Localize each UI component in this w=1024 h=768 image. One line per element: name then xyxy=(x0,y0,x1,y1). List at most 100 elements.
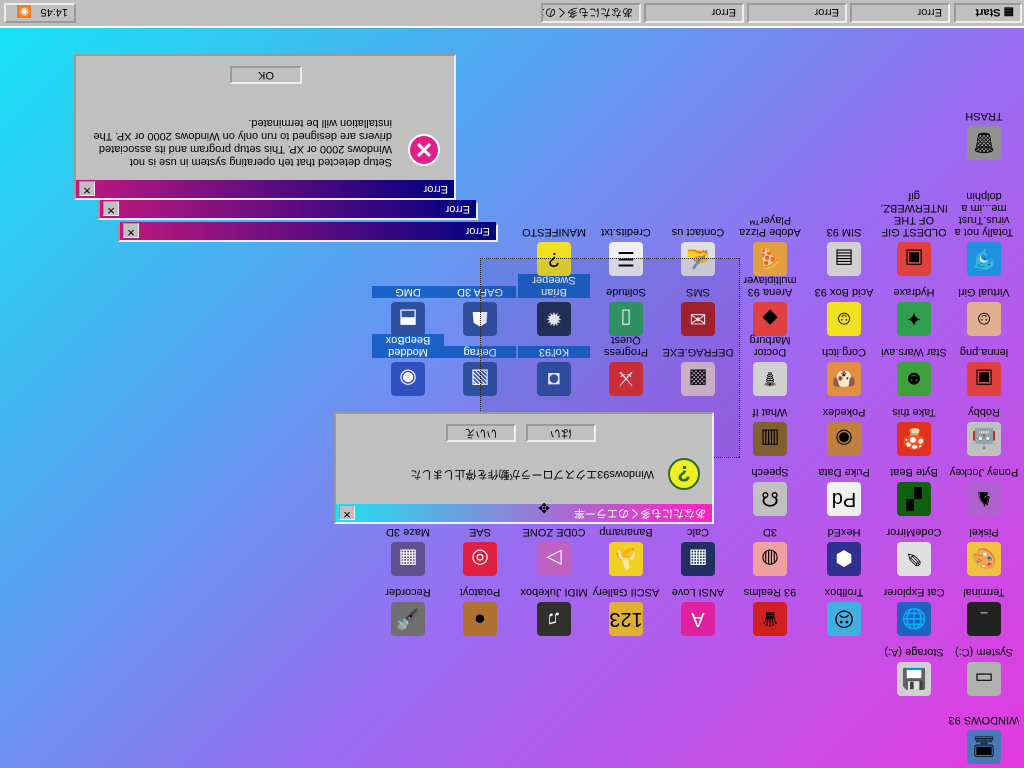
desktop-icon-oldest-gif[interactable]: ▣ OLDEST GIF OF THE INTERWEBZ.gif xyxy=(878,190,950,276)
codemirror-icon: ✎ xyxy=(897,542,931,576)
desktop-icon-byte-beat[interactable]: ▞ Byte Beat xyxy=(878,446,950,516)
icon-label: Potatoyt xyxy=(459,586,501,598)
pizza-icon: 🍕 xyxy=(753,242,787,276)
dmg-icon: ⬒ xyxy=(391,302,425,336)
icon-label: lenna.png xyxy=(959,346,1009,358)
girl-icon: ☺ xyxy=(967,302,1001,336)
close-button[interactable]: ✕ xyxy=(339,505,355,520)
task-button-error-1[interactable]: Error xyxy=(850,3,950,23)
error-dialog-3-titlebar[interactable]: Error ✕ xyxy=(120,222,496,240)
calc-icon: ▦ xyxy=(681,542,715,576)
error-dialog-3: Error ✕ xyxy=(118,222,498,242)
task-button-error-2[interactable]: Error xyxy=(747,3,847,23)
desktop-icon-modded-beepbox[interactable]: ◉ Modded BeepBox xyxy=(372,326,444,396)
icon-label: Trollbox xyxy=(824,586,864,598)
globe-icon: 🌐 xyxy=(897,602,931,636)
icon-label: Star Wars.avi xyxy=(881,346,947,358)
desktop-icon-sim93[interactable]: ▤ SIM 93 xyxy=(808,206,880,276)
desktop-icon-corgitch[interactable]: 🐶 Corg.itch xyxy=(808,326,880,396)
desktop-icon-windows93[interactable]: 🖥 WINDOWS 93 xyxy=(948,694,1020,764)
desktop-icon-codemirror[interactable]: ✎ CodeMirror xyxy=(878,506,950,576)
desktop-icon-hydraxe[interactable]: ✦ Hydraxe xyxy=(878,266,950,336)
terminal-icon: _ xyxy=(967,602,1001,636)
desktop-icon-ascii-gallery[interactable]: 123 ASCII Gallery xyxy=(590,566,662,636)
desktop-icon-cat-explorer[interactable]: 🌐 Cat Explorer xyxy=(878,566,950,636)
sim-icon: ▤ xyxy=(827,242,861,276)
desktop-icon-trash[interactable]: 🗑 TRASH xyxy=(948,90,1020,160)
icon-label: Terminal xyxy=(963,586,1005,598)
task-label: あなたにも多くのエ... xyxy=(541,6,633,18)
close-button[interactable]: ✕ xyxy=(79,181,95,196)
desktop-icon-dmg[interactable]: ⬒ DMG xyxy=(372,266,444,336)
gif-icon: ▣ xyxy=(897,242,931,276)
icon-label: Adobe Pizza Player™ xyxy=(739,214,801,238)
icon-label: Cat Explorer xyxy=(883,586,945,598)
arena-icon: ◆ xyxy=(753,302,787,336)
floppy-icon: 💾 xyxy=(897,662,931,696)
desktop-icon-robby[interactable]: 🤖 Robby xyxy=(948,386,1020,456)
desktop-icon-hexed[interactable]: ⬢ HexEd xyxy=(808,506,880,576)
desktop: ▦ Start Error Error Error あなたにも多くのエ... 1… xyxy=(0,0,1024,768)
desktop-icon-what-if[interactable]: ▥ What If xyxy=(734,386,806,456)
icon-label: Puke Data xyxy=(818,466,870,478)
mushroom-icon: 🍄 xyxy=(897,422,931,456)
desktop-icon-star-wars[interactable]: ☻ Star Wars.avi xyxy=(878,326,950,396)
pokedex-icon: ◉ xyxy=(827,422,861,456)
error-dialog-message: Setup detected that teh operating system… xyxy=(93,117,392,168)
desktop-icon-speech[interactable]: ☊ Speech xyxy=(734,446,806,516)
task-button-error-3[interactable]: Error xyxy=(644,3,744,23)
taskbar: ▦ Start Error Error Error あなたにも多くのエ... 1… xyxy=(0,0,1024,28)
icon-label: System (C:) xyxy=(954,646,1014,658)
icon-label: Contact us xyxy=(671,226,725,238)
desktop-icon-adobe-pizza[interactable]: 🍕 Adobe Pizza Player™ xyxy=(734,196,806,276)
desktop-icon-93-realms[interactable]: ♛ 93 Realms xyxy=(734,566,806,636)
desktop-icon-midi-jukebox[interactable]: ♫ MIDI Jukebox xyxy=(518,566,590,636)
pukedata-icon: Pd xyxy=(827,482,861,516)
start-button[interactable]: ▦ Start xyxy=(954,3,1022,23)
error-dialog-1-titlebar[interactable]: Error ✕ xyxy=(76,180,454,198)
desktop-icon-virtual-girl[interactable]: ☺ Virtual Girl xyxy=(948,266,1020,336)
desktop-icon-take-this[interactable]: 🍄 Take this xyxy=(878,386,950,456)
jp-dialog-title: あなたにも多くのエラー率 xyxy=(574,507,706,519)
desktop-icon-recorder[interactable]: 🎤 Recorder xyxy=(372,566,444,636)
beepbox-icon: ◉ xyxy=(391,362,425,396)
icon-label: Credits.txt xyxy=(601,226,651,238)
hexed-icon: ⬢ xyxy=(827,542,861,576)
desktop-icon-puke-data[interactable]: Pd Puke Data xyxy=(808,446,880,516)
error-dialog-2-titlebar[interactable]: Error ✕ xyxy=(100,200,476,218)
close-button[interactable]: ✕ xyxy=(103,201,119,216)
desktop-icon-terminal[interactable]: _ Terminal xyxy=(948,566,1020,636)
icon-label: MIDI Jukebox xyxy=(520,586,588,598)
yoda-icon: ☻ xyxy=(897,362,931,396)
icon-label: WINDOWS 93 xyxy=(948,714,1020,726)
icon-label: HexEd xyxy=(827,526,861,538)
icon-label: Take this xyxy=(892,406,936,418)
error-dialog-2: Error ✕ xyxy=(98,200,478,220)
desktop-icon-piskel[interactable]: 🎨 Piskel xyxy=(948,506,1020,576)
desktop-icon-storage-a[interactable]: 💾 Storage (A:) xyxy=(878,626,950,696)
desktop-icon-system-c[interactable]: ▭ System (C:) xyxy=(948,626,1020,696)
flipped-screen: ▦ Start Error Error Error あなたにも多くのエ... 1… xyxy=(0,0,1024,768)
jp-dialog-titlebar[interactable]: あなたにも多くのエラー率 ✕ xyxy=(336,504,712,522)
close-button[interactable]: ✕ xyxy=(123,223,139,238)
task-button-jp-error[interactable]: あなたにも多くのエ... xyxy=(541,3,641,23)
computer-icon: 🖥 xyxy=(967,730,1001,764)
desktop-icon-poney-jockey[interactable]: ♞ Poney Jockey xyxy=(948,446,1020,516)
desktop-icon-acid-box[interactable]: ☺ Acid Box 93 xyxy=(808,266,880,336)
ok-button[interactable]: OK xyxy=(230,66,302,84)
desktop-icon-3d[interactable]: ◍ 3D xyxy=(734,506,806,576)
yes-button[interactable]: はい xyxy=(526,424,596,442)
desktop-icon-pokedex[interactable]: ◉ Pokedex xyxy=(808,386,880,456)
rss-icon[interactable]: ◉ xyxy=(17,4,32,18)
icon-label: Poney Jockey xyxy=(949,466,1019,478)
icon-label: CodeMirror xyxy=(886,526,942,538)
banana-icon: 🍌 xyxy=(609,542,643,576)
desktop-icon-ansi-love[interactable]: A ANSI Love xyxy=(662,566,734,636)
no-button[interactable]: いいえ xyxy=(446,424,516,442)
icon-label: Virtual Girl xyxy=(958,286,1010,298)
desktop-icon-dolphin[interactable]: 🐬 Totally not a virus.Trust me...im a do… xyxy=(948,190,1020,276)
desktop-icon-doctor-marburg[interactable]: ☤ Doctor Marburg xyxy=(734,326,806,396)
desktop-icon-potatoyt[interactable]: ● Potatoyt xyxy=(444,566,516,636)
desktop-icon-trollbox[interactable]: ☹ Trollbox xyxy=(808,566,880,636)
desktop-icon-lenna[interactable]: ▣ lenna.png xyxy=(948,326,1020,396)
